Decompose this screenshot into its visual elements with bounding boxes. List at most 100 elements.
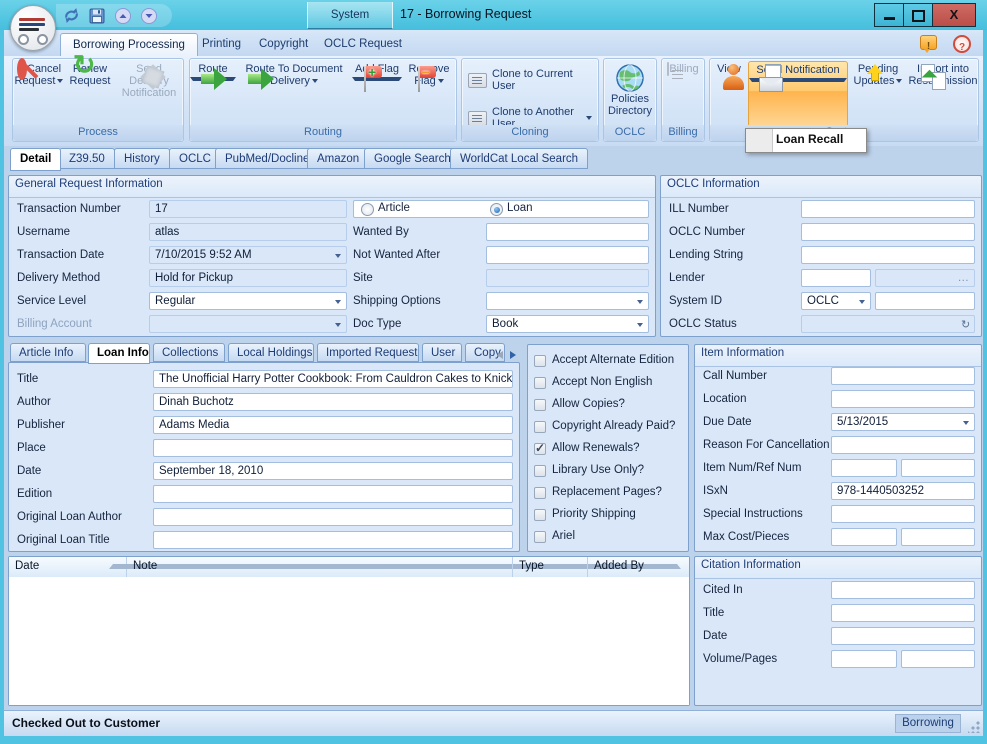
volume-field[interactable] bbox=[831, 650, 897, 668]
accept-alternate-edition-checkbox[interactable] bbox=[534, 355, 546, 367]
route-to-document-delivery-button[interactable]: Route To Document Delivery bbox=[236, 61, 352, 125]
edition-field[interactable] bbox=[153, 485, 513, 503]
reason-for-cancellation-field[interactable] bbox=[831, 436, 975, 454]
lending-string-field[interactable] bbox=[801, 246, 975, 264]
tab-loan-info[interactable]: Loan Info bbox=[88, 343, 150, 364]
copyright-already-paid-checkbox[interactable] bbox=[534, 421, 546, 433]
pages-field[interactable] bbox=[901, 650, 975, 668]
policies-directory-button[interactable]: Policies Directory bbox=[604, 61, 656, 125]
add-flag-button[interactable]: + Add Flag bbox=[352, 61, 402, 125]
close-button[interactable]: X bbox=[932, 3, 976, 27]
replacement-pages-checkbox[interactable] bbox=[534, 487, 546, 499]
tab-article-info[interactable]: Article Info bbox=[10, 343, 86, 362]
menu-item-loan-recall[interactable]: Loan Recall bbox=[776, 132, 843, 146]
column-header-type[interactable]: Type bbox=[513, 557, 588, 577]
shipping-options-select[interactable] bbox=[486, 292, 649, 310]
citation-date-field[interactable] bbox=[831, 627, 975, 645]
app-icon[interactable] bbox=[10, 5, 56, 51]
field-row-reason-for-cancellation: Reason For Cancellation bbox=[695, 436, 981, 455]
loan-radio[interactable] bbox=[490, 203, 503, 216]
original-loan-author-field[interactable] bbox=[153, 508, 513, 526]
site-field[interactable] bbox=[486, 269, 649, 287]
original-loan-title-field[interactable] bbox=[153, 531, 513, 549]
tab-oclc[interactable]: OCLC bbox=[169, 148, 221, 169]
max-cost-field[interactable] bbox=[831, 528, 897, 546]
tab-pubmed-docline[interactable]: PubMed/Docline bbox=[215, 148, 319, 169]
service-level-select[interactable]: Regular bbox=[149, 292, 347, 310]
tab-z3950[interactable]: Z39.50 bbox=[59, 148, 115, 169]
minimize-button[interactable] bbox=[874, 3, 904, 27]
date-field[interactable]: September 18, 2010 bbox=[153, 462, 513, 480]
view-button[interactable]: View bbox=[710, 61, 748, 125]
delivery-method-field[interactable]: Hold for Pickup bbox=[149, 269, 347, 287]
tab-imported-request[interactable]: Imported Request bbox=[317, 343, 419, 362]
ribbon-tab-oclc-request[interactable]: OCLC Request bbox=[312, 33, 414, 56]
wanted-by-field[interactable] bbox=[486, 223, 649, 241]
transaction-date-field[interactable]: 7/10/2015 9:52 AM bbox=[149, 246, 347, 264]
sync-icon[interactable] bbox=[60, 6, 82, 26]
ref-num-field[interactable] bbox=[901, 459, 975, 477]
cited-in-field[interactable] bbox=[831, 581, 975, 599]
item-num-field[interactable] bbox=[831, 459, 897, 477]
tab-collections[interactable]: Collections bbox=[153, 343, 225, 362]
column-header-note[interactable]: Note bbox=[127, 557, 513, 577]
tab-worldcat-local-search[interactable]: WorldCat Local Search bbox=[450, 148, 588, 169]
save-icon[interactable] bbox=[86, 6, 108, 26]
due-date-select[interactable]: 5/13/2015 bbox=[831, 413, 975, 431]
pieces-field[interactable] bbox=[901, 528, 975, 546]
lender-field[interactable] bbox=[801, 269, 871, 287]
maximize-button[interactable] bbox=[903, 3, 933, 27]
lender-browse-button[interactable]: … bbox=[875, 269, 975, 287]
column-header-added-by[interactable]: Added By bbox=[588, 557, 689, 577]
accept-non-english-checkbox[interactable] bbox=[534, 377, 546, 389]
tab-user[interactable]: User bbox=[422, 343, 462, 362]
tab-local-holdings[interactable]: Local Holdings bbox=[228, 343, 314, 362]
allow-renewals-checkbox[interactable] bbox=[534, 443, 546, 455]
renew-request-button[interactable]: Renew Request bbox=[65, 61, 115, 125]
citation-title-field[interactable] bbox=[831, 604, 975, 622]
pending-updates-button[interactable]: Pending Updates bbox=[848, 61, 908, 125]
tab-google-search[interactable]: Google Search bbox=[364, 148, 461, 169]
call-number-field[interactable] bbox=[831, 367, 975, 385]
place-field[interactable] bbox=[153, 439, 513, 457]
clone-to-current-user-button[interactable]: Clone to Current User bbox=[462, 65, 598, 95]
ribbon-tab-copyright[interactable]: Copyright bbox=[247, 33, 320, 56]
feedback-icon[interactable] bbox=[920, 35, 937, 50]
oclc-number-field[interactable] bbox=[801, 223, 975, 241]
refresh-status-icon[interactable]: ↻ bbox=[961, 318, 970, 331]
system-id-select[interactable]: OCLC bbox=[801, 292, 871, 310]
not-wanted-after-field[interactable] bbox=[486, 246, 649, 264]
collapse-icon[interactable] bbox=[112, 6, 134, 26]
expand-icon[interactable] bbox=[138, 6, 160, 26]
library-use-only-checkbox[interactable] bbox=[534, 465, 546, 477]
ill-number-field[interactable] bbox=[801, 200, 975, 218]
publisher-field[interactable]: Adams Media bbox=[153, 416, 513, 434]
import-into-resubmission-button[interactable]: Import into Resubmission bbox=[908, 61, 978, 125]
allow-copies-checkbox[interactable] bbox=[534, 399, 546, 411]
isxn-field[interactable]: 978-1440503252 bbox=[831, 482, 975, 500]
title-field[interactable]: The Unofficial Harry Potter Cookbook: Fr… bbox=[153, 370, 513, 388]
article-radio[interactable] bbox=[361, 203, 374, 216]
tab-scroll-left-icon[interactable] bbox=[497, 351, 503, 359]
cancel-request-button[interactable]: Cancel Request bbox=[13, 61, 65, 125]
help-icon[interactable] bbox=[953, 35, 971, 53]
tab-amazon[interactable]: Amazon bbox=[307, 148, 369, 169]
username-field[interactable]: atlas bbox=[149, 223, 347, 241]
ribbon-tab-printing[interactable]: Printing bbox=[190, 33, 253, 56]
resize-grip[interactable] bbox=[968, 721, 980, 733]
ariel-checkbox[interactable] bbox=[534, 531, 546, 543]
priority-shipping-checkbox[interactable] bbox=[534, 509, 546, 521]
doc-type-select[interactable]: Book bbox=[486, 315, 649, 333]
author-field[interactable]: Dinah Buchotz bbox=[153, 393, 513, 411]
send-notification-button[interactable]: Send Notification bbox=[748, 61, 848, 127]
route-button[interactable]: Route bbox=[190, 61, 236, 125]
transaction-number-field[interactable]: 17 bbox=[149, 200, 347, 218]
tab-detail[interactable]: Detail bbox=[10, 148, 61, 171]
special-instructions-field[interactable] bbox=[831, 505, 975, 523]
notes-table-body[interactable] bbox=[9, 577, 689, 705]
tab-history[interactable]: History bbox=[114, 148, 170, 169]
location-field[interactable] bbox=[831, 390, 975, 408]
tab-scroll-right-icon[interactable] bbox=[510, 351, 516, 359]
remove-flag-button[interactable]: − Remove Flag bbox=[402, 61, 456, 125]
system-id-number-field[interactable] bbox=[875, 292, 975, 310]
